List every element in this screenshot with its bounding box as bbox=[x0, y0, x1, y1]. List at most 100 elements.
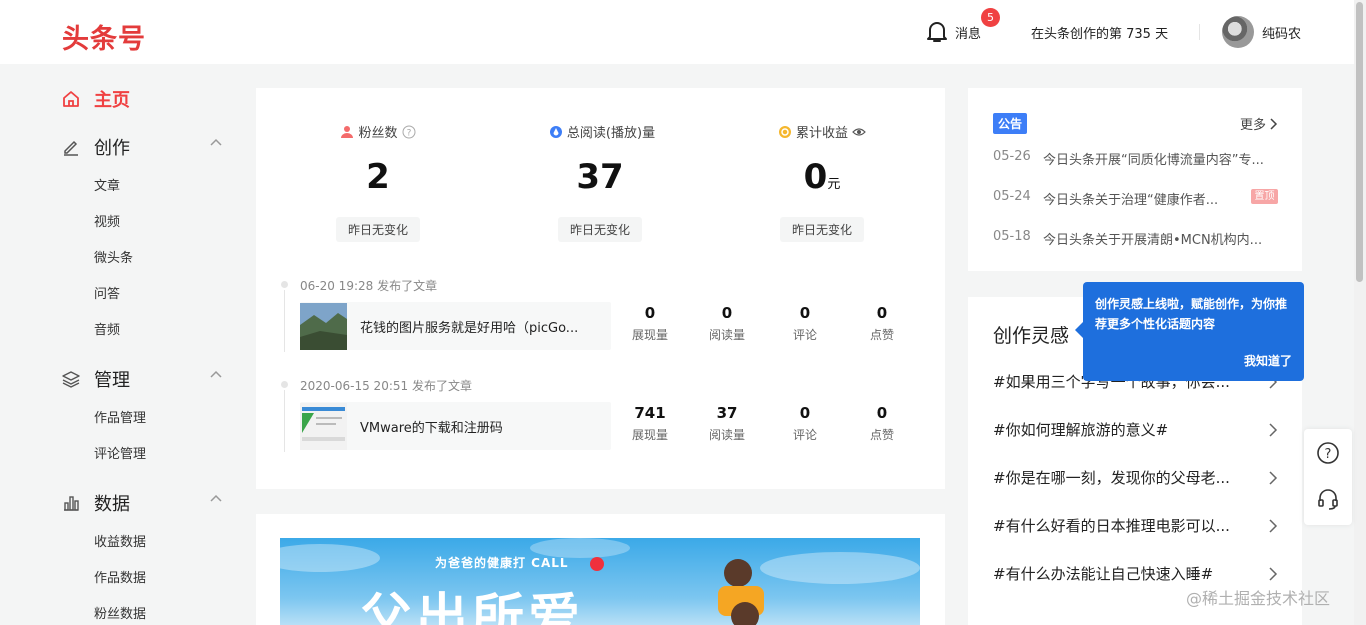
sidebar-item-income-data[interactable]: 收益数据 bbox=[94, 531, 146, 550]
username[interactable]: 纯码农 bbox=[1262, 23, 1301, 42]
topic-text: #你是在哪一刻，发现你的父母老... bbox=[993, 469, 1230, 487]
help-icon[interactable]: ? bbox=[402, 125, 416, 139]
metric-value: 0 bbox=[876, 304, 888, 322]
stat-label: 总阅读(播放)量 bbox=[566, 126, 656, 141]
topic-item[interactable]: #你如何理解旅游的意义# bbox=[993, 419, 1278, 440]
sidebar-group-label: 管理 bbox=[94, 370, 130, 391]
stat-change: 昨日无变化 bbox=[779, 217, 864, 242]
creation-days-text: 在头条创作的第 735 天 bbox=[1031, 27, 1169, 42]
stat-value: 0元 bbox=[712, 157, 932, 201]
article-thumbnail bbox=[300, 302, 347, 350]
inspiration-title: 创作灵感 bbox=[993, 325, 1070, 347]
stat-label: 粉丝数 bbox=[358, 126, 398, 141]
metric-label: 阅读量 bbox=[708, 428, 745, 442]
stat-label-row: 累计收益 bbox=[712, 122, 932, 141]
sidebar-group-manage[interactable]: 管理 bbox=[62, 366, 222, 392]
metric-reads: 37 阅读量 bbox=[697, 404, 757, 443]
pinned-badge: 置顶 bbox=[1251, 189, 1278, 204]
chevron-right-icon bbox=[1269, 518, 1278, 533]
home-icon bbox=[63, 91, 79, 107]
chevron-up-icon bbox=[210, 494, 222, 502]
article-title: 花钱的图片服务就是好用哈（picGo... bbox=[360, 320, 579, 336]
chevron-right-icon bbox=[1269, 566, 1278, 581]
stat-change: 昨日无变化 bbox=[557, 217, 642, 242]
notice-date: 05-18 bbox=[993, 229, 1031, 244]
avatar[interactable] bbox=[1222, 16, 1254, 48]
sidebar-item-works-data[interactable]: 作品数据 bbox=[94, 567, 146, 586]
floating-toolbar: ? bbox=[1304, 429, 1352, 525]
notice-text: 今日头条关于开展清朗•MCN机构内... bbox=[1043, 233, 1263, 248]
sidebar-item-audio[interactable]: 音频 bbox=[94, 319, 120, 338]
sidebar-group-data[interactable]: 数据 bbox=[62, 490, 222, 516]
notice-text: 今日头条开展“同质化博流量内容”专... bbox=[1043, 153, 1264, 168]
notice-card: 公告 更多 05-26 今日头条开展“同质化博流量内容”专... 05-24 今… bbox=[968, 88, 1302, 271]
metric-label: 评论 bbox=[792, 428, 817, 442]
messages-button[interactable]: 消息 5 bbox=[926, 8, 1000, 44]
top-bar: 头条号 消息 5 在头条创作的第 735 天 纯码农 bbox=[0, 0, 1366, 64]
sidebar-item-video[interactable]: 视频 bbox=[94, 211, 120, 230]
more-link[interactable]: 更多 bbox=[1240, 114, 1278, 133]
stat-value: 2 bbox=[268, 157, 488, 201]
notice-date: 05-24 bbox=[993, 189, 1031, 204]
notice-item[interactable]: 05-18 今日头条关于开展清朗•MCN机构内... bbox=[993, 229, 1278, 248]
watermark: @稀土掘金技术社区 bbox=[1186, 589, 1331, 608]
topic-text: #有什么好看的日本推理电影可以... bbox=[993, 517, 1230, 535]
messages-label: 消息 bbox=[955, 26, 982, 42]
bell-icon bbox=[927, 22, 947, 42]
metric-label: 点赞 bbox=[869, 328, 894, 342]
sidebar-item-article[interactable]: 文章 bbox=[94, 175, 120, 194]
stat-fans[interactable]: 粉丝数 ? 2 昨日无变化 bbox=[268, 88, 488, 242]
more-label: 更多 bbox=[1239, 118, 1266, 133]
metric-value: 0 bbox=[644, 304, 656, 322]
timeline-dot bbox=[281, 381, 288, 388]
sidebar-item-fans-data[interactable]: 粉丝数据 bbox=[94, 603, 146, 622]
sidebar-item-comments-manage[interactable]: 评论管理 bbox=[94, 443, 146, 462]
sidebar-item-works-manage[interactable]: 作品管理 bbox=[94, 407, 146, 426]
sidebar-item-micro[interactable]: 微头条 bbox=[94, 247, 133, 266]
notice-date: 05-26 bbox=[993, 149, 1031, 164]
metric-label: 点赞 bbox=[869, 428, 894, 442]
notice-item[interactable]: 05-24 今日头条关于治理“健康作者... bbox=[993, 189, 1278, 208]
pencil-icon bbox=[64, 140, 78, 156]
banner-headline: 父出所爱 bbox=[360, 589, 585, 625]
divider bbox=[1199, 24, 1200, 40]
topic-item[interactable]: #你是在哪一刻，发现你的父母老... bbox=[993, 467, 1278, 488]
topic-text: #有什么办法能让自己快速入睡# bbox=[993, 565, 1214, 583]
timeline-dot bbox=[281, 281, 288, 288]
sidebar-item-home[interactable]: 主页 bbox=[62, 86, 130, 112]
help-icon[interactable]: ? bbox=[1316, 441, 1340, 465]
metric-comments: 0 评论 bbox=[775, 404, 835, 443]
article-item[interactable]: 花钱的图片服务就是好用哈（picGo... bbox=[300, 302, 611, 350]
stat-number: 2 bbox=[366, 157, 390, 197]
headset-icon[interactable] bbox=[1316, 487, 1340, 511]
stat-label-row: 粉丝数 ? bbox=[268, 122, 488, 141]
sidebar-group-label: 数据 bbox=[94, 494, 130, 515]
sidebar-group-create[interactable]: 创作 bbox=[62, 134, 222, 160]
promo-banner[interactable]: 为爸爸的健康打 CALL 父出所爱 bbox=[280, 538, 920, 625]
eye-icon[interactable] bbox=[852, 125, 866, 139]
stat-number: 37 bbox=[576, 157, 624, 197]
notice-item[interactable]: 05-26 今日头条开展“同质化博流量内容”专... bbox=[993, 149, 1278, 168]
got-it-button[interactable]: 我知道了 bbox=[1244, 352, 1292, 369]
metric-value: 0 bbox=[799, 404, 811, 422]
scrollbar-thumb[interactable] bbox=[1356, 2, 1363, 282]
article-item[interactable]: VMware的下载和注册码 bbox=[300, 402, 611, 450]
sidebar-item-qa[interactable]: 问答 bbox=[94, 283, 120, 302]
stat-label: 累计收益 bbox=[795, 126, 848, 141]
stat-reads[interactable]: 总阅读(播放)量 37 昨日无变化 bbox=[490, 88, 710, 242]
metric-reads: 0 阅读量 bbox=[697, 304, 757, 343]
article-thumbnail bbox=[300, 402, 347, 450]
notice-tag: 公告 bbox=[993, 113, 1028, 134]
topic-item[interactable]: #有什么好看的日本推理电影可以... bbox=[993, 515, 1278, 536]
layers-icon bbox=[62, 371, 80, 388]
metric-label: 展现量 bbox=[631, 328, 668, 342]
sidebar-group-label: 创作 bbox=[94, 138, 130, 159]
topic-item[interactable]: #有什么办法能让自己快速入睡# bbox=[993, 563, 1278, 584]
message-count-badge: 5 bbox=[981, 8, 1000, 27]
stat-change: 昨日无变化 bbox=[335, 217, 420, 242]
logo[interactable]: 头条号 bbox=[62, 17, 146, 56]
person-icon bbox=[341, 125, 354, 138]
stat-income[interactable]: 累计收益 0元 昨日无变化 bbox=[712, 88, 932, 242]
stat-unit: 元 bbox=[827, 177, 841, 192]
metric-likes: 0 点赞 bbox=[852, 404, 912, 443]
